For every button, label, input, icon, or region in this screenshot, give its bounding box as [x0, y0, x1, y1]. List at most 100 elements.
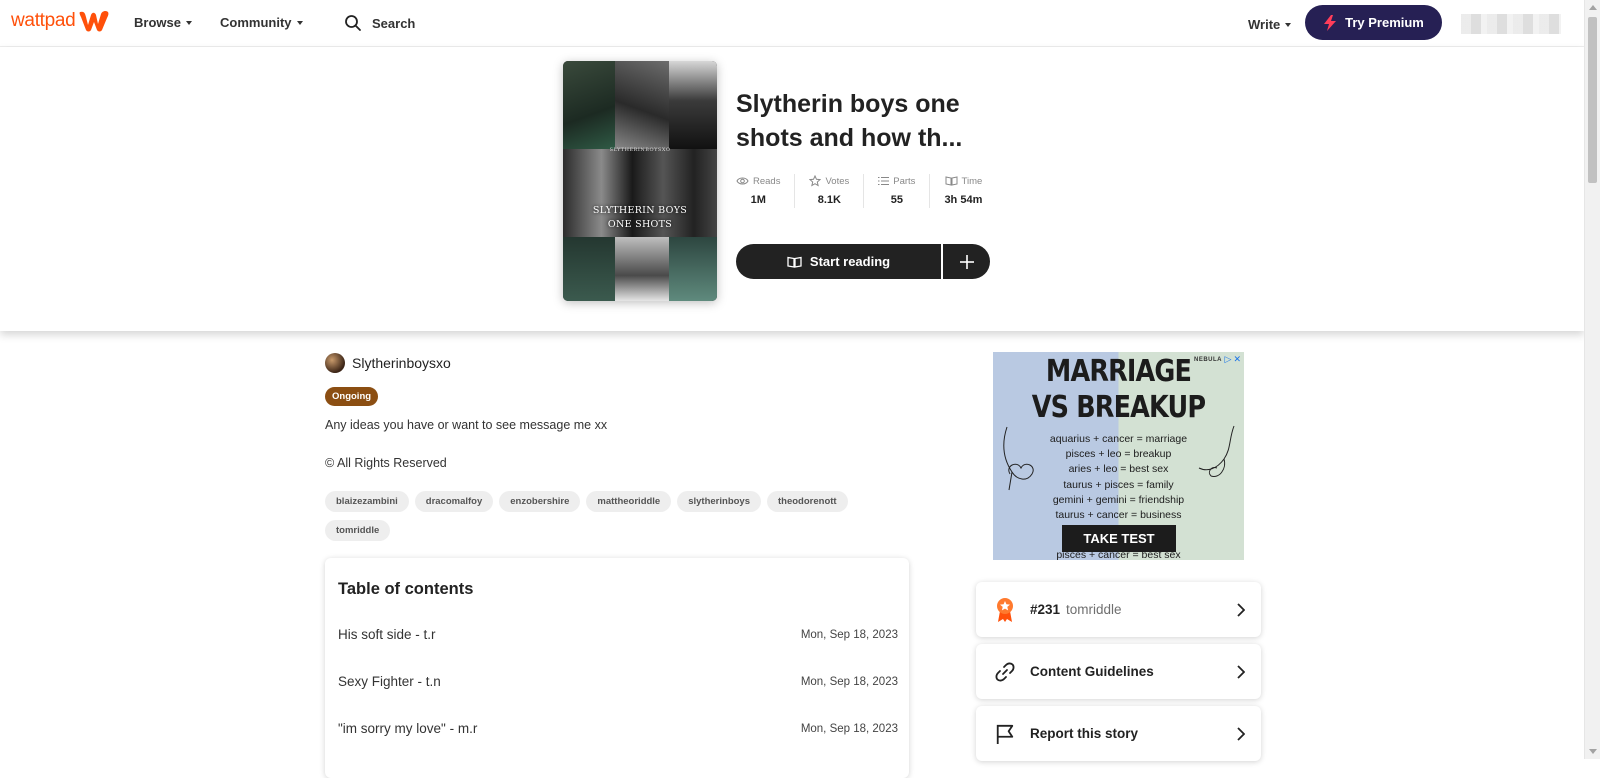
ad-line: aries + leo = best sex	[1068, 463, 1169, 476]
scrollbar-thumb[interactable]	[1588, 17, 1597, 183]
start-reading-button[interactable]: Start reading	[736, 244, 941, 279]
stat-parts: Parts 55	[864, 174, 931, 208]
write-label: Write	[1248, 17, 1281, 32]
stat-value: 1M	[750, 194, 766, 206]
ad-close-icon[interactable]: ✕	[1233, 354, 1241, 365]
wattpad-w-icon	[80, 10, 109, 32]
link-icon	[995, 662, 1015, 681]
story-title: Slytherin boys one shots and how th...	[736, 90, 963, 152]
cover-photo	[669, 61, 717, 149]
stat-label: Parts	[893, 175, 916, 187]
flag-icon	[996, 724, 1014, 744]
add-to-library-button[interactable]	[943, 244, 990, 279]
content-guidelines-card[interactable]: Content Guidelines	[976, 644, 1261, 699]
stat-value: 3h 54m	[944, 194, 983, 206]
chevron-right-icon	[1237, 664, 1245, 679]
lightning-icon	[1324, 14, 1337, 31]
premium-label: Try Premium	[1345, 15, 1424, 30]
part-title: His soft side - t.r	[338, 627, 436, 642]
book-open-icon	[787, 256, 802, 268]
cover-photo	[615, 61, 669, 149]
part-title: "im sorry my love" - m.r	[338, 721, 478, 736]
search-button[interactable]: Search	[344, 14, 415, 32]
community-menu[interactable]: Community	[220, 15, 303, 30]
cover-photo	[563, 61, 615, 149]
story-cover[interactable]: SLYTHERINBOYSXO SLYTHERIN BOYS ONE SHOTS	[563, 61, 717, 301]
stat-label: Reads	[753, 175, 781, 187]
tag-chip[interactable]: enzobershire	[499, 491, 581, 512]
ad-headline: MARRIAGE	[1045, 354, 1192, 389]
tag-list: blaizezambini dracomalfoy enzobershire m…	[325, 491, 885, 541]
ad-lines: aquarius + cancer = marriage pisces + le…	[993, 432, 1244, 523]
chevron-down-icon	[296, 20, 303, 25]
story-stats: Reads 1M Votes 8.1K Parts 55 Time 3h 54m	[736, 174, 996, 208]
top-nav: wattpad Browse Community Search Write Tr…	[0, 0, 1584, 47]
ad-choices-icon[interactable]: ▷	[1225, 354, 1232, 365]
ranking-card[interactable]: #231 tomriddle	[976, 582, 1261, 637]
try-premium-button[interactable]: Try Premium	[1305, 5, 1442, 40]
take-test-button[interactable]: TAKE TEST	[1062, 525, 1176, 552]
star-icon	[809, 175, 822, 187]
cover-title-line: SLYTHERIN BOYS	[592, 205, 688, 216]
author-link[interactable]: Slytherinboysxo	[325, 353, 451, 373]
tag-chip[interactable]: tomriddle	[325, 520, 391, 541]
stat-value: 8.1K	[817, 194, 841, 206]
tag-chip[interactable]: dracomalfoy	[414, 491, 494, 512]
author-avatar	[325, 353, 345, 373]
advertisement[interactable]: NEBULA ▷ ✕ MARRIAGE VS BREAKUP aquarius …	[993, 352, 1244, 560]
part-title: Sexy Fighter - t.n	[338, 674, 441, 689]
community-label: Community	[220, 15, 292, 30]
table-of-contents: Table of contents His soft side - t.r Mo…	[325, 558, 909, 778]
stat-reads: Reads 1M	[736, 174, 796, 208]
part-date: Mon, Sep 18, 2023	[800, 628, 898, 641]
ad-line: taurus + pisces = family	[1063, 478, 1174, 491]
ad-headline: VS BREAKUP	[1031, 390, 1206, 425]
chevron-right-icon	[1237, 602, 1245, 617]
logo-wordmark: wattpad	[11, 10, 76, 31]
tag-chip[interactable]: slytherinboys	[677, 491, 761, 512]
browse-menu[interactable]: Browse	[134, 15, 192, 30]
user-menu-blurred[interactable]	[1461, 14, 1561, 34]
cover-title: SLYTHERIN BOYS ONE SHOTS	[563, 204, 717, 232]
start-reading-label: Start reading	[809, 254, 891, 269]
ad-line: gemini + gemini = friendship	[1052, 493, 1185, 506]
book-icon	[945, 176, 958, 186]
tag-chip[interactable]: mattheoriddle	[586, 491, 672, 512]
part-date: Mon, Sep 18, 2023	[800, 675, 898, 688]
toc-part-row[interactable]: Sexy Fighter - t.n Mon, Sep 18, 2023	[338, 674, 898, 689]
tag-chip[interactable]: blaizezambini	[325, 491, 409, 512]
status-badge: Ongoing	[325, 387, 379, 406]
toc-part-row[interactable]: "im sorry my love" - m.r Mon, Sep 18, 20…	[338, 721, 898, 736]
author-name: Slytherinboysxo	[352, 355, 451, 371]
ad-line: taurus + cancer = business	[1055, 509, 1182, 522]
scroll-down-arrow-icon[interactable]	[1589, 749, 1597, 754]
write-menu[interactable]: Write	[1248, 17, 1292, 32]
ad-line: aquarius + cancer = marriage	[1049, 433, 1188, 445]
toc-part-row[interactable]: His soft side - t.r Mon, Sep 18, 2023	[338, 627, 898, 642]
cover-photo	[563, 237, 615, 301]
ad-controls[interactable]: ▷ ✕	[1225, 354, 1241, 365]
stat-value: 55	[890, 194, 903, 206]
report-story-card[interactable]: Report this story	[976, 706, 1261, 761]
scroll-up-arrow-icon[interactable]	[1589, 5, 1597, 10]
cover-photo	[669, 237, 717, 301]
copyright-notice: © All Rights Reserved	[325, 456, 447, 470]
rank-number: #231	[1030, 602, 1061, 617]
content-guidelines-label: Content Guidelines	[1030, 664, 1154, 679]
report-story-label: Report this story	[1030, 726, 1139, 741]
ribbon-award-icon	[997, 597, 1013, 622]
cover-author-text: SLYTHERINBOYSXO	[609, 147, 671, 153]
list-icon	[878, 177, 890, 185]
chevron-down-icon	[185, 20, 192, 25]
cover-photo	[615, 237, 669, 301]
ad-line: pisces + leo = breakup	[1065, 448, 1172, 461]
tag-chip[interactable]: theodorenott	[767, 491, 848, 512]
eye-icon	[736, 177, 749, 185]
search-label: Search	[372, 15, 416, 31]
stat-votes: Votes 8.1K	[795, 174, 865, 208]
story-header: SLYTHERINBOYSXO SLYTHERIN BOYS ONE SHOTS…	[0, 47, 1584, 331]
page-scrollbar[interactable]	[1584, 0, 1600, 759]
wattpad-logo[interactable]: wattpad	[11, 9, 110, 33]
chevron-down-icon	[1285, 22, 1292, 27]
search-icon	[345, 15, 361, 31]
